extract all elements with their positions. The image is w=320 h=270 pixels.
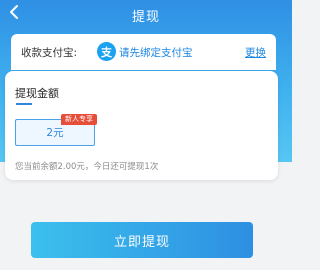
new-user-badge: 新人专享 bbox=[61, 114, 97, 125]
change-account-link[interactable]: 更换 bbox=[245, 45, 266, 60]
back-button[interactable] bbox=[4, 3, 24, 25]
withdraw-button[interactable]: 立即提现 bbox=[31, 222, 253, 258]
amount-card: 提现金额 2元 新人专享 您当前余额2.00元，今日还可提现1次 bbox=[5, 71, 278, 180]
withdraw-page: 提现 收款支付宝: 支 请先绑定支付宝 更换 提现金额 2元 新人专享 您当前余… bbox=[0, 0, 292, 270]
nav-bar: 提现 bbox=[0, 0, 292, 30]
amount-title: 提现金额 bbox=[15, 87, 59, 100]
payment-account-row: 收款支付宝: 支 请先绑定支付宝 更换 bbox=[11, 34, 276, 70]
chevron-left-icon bbox=[9, 4, 19, 24]
balance-note: 您当前余额2.00元，今日还可提现1次 bbox=[15, 162, 159, 172]
title-underline bbox=[16, 103, 32, 105]
page-title: 提现 bbox=[131, 9, 160, 25]
amount-option-label: 2元 bbox=[46, 127, 64, 139]
bind-alipay-link[interactable]: 请先绑定支付宝 bbox=[119, 45, 193, 60]
payment-account-label: 收款支付宝: bbox=[21, 46, 78, 59]
alipay-icon: 支 bbox=[97, 42, 116, 61]
